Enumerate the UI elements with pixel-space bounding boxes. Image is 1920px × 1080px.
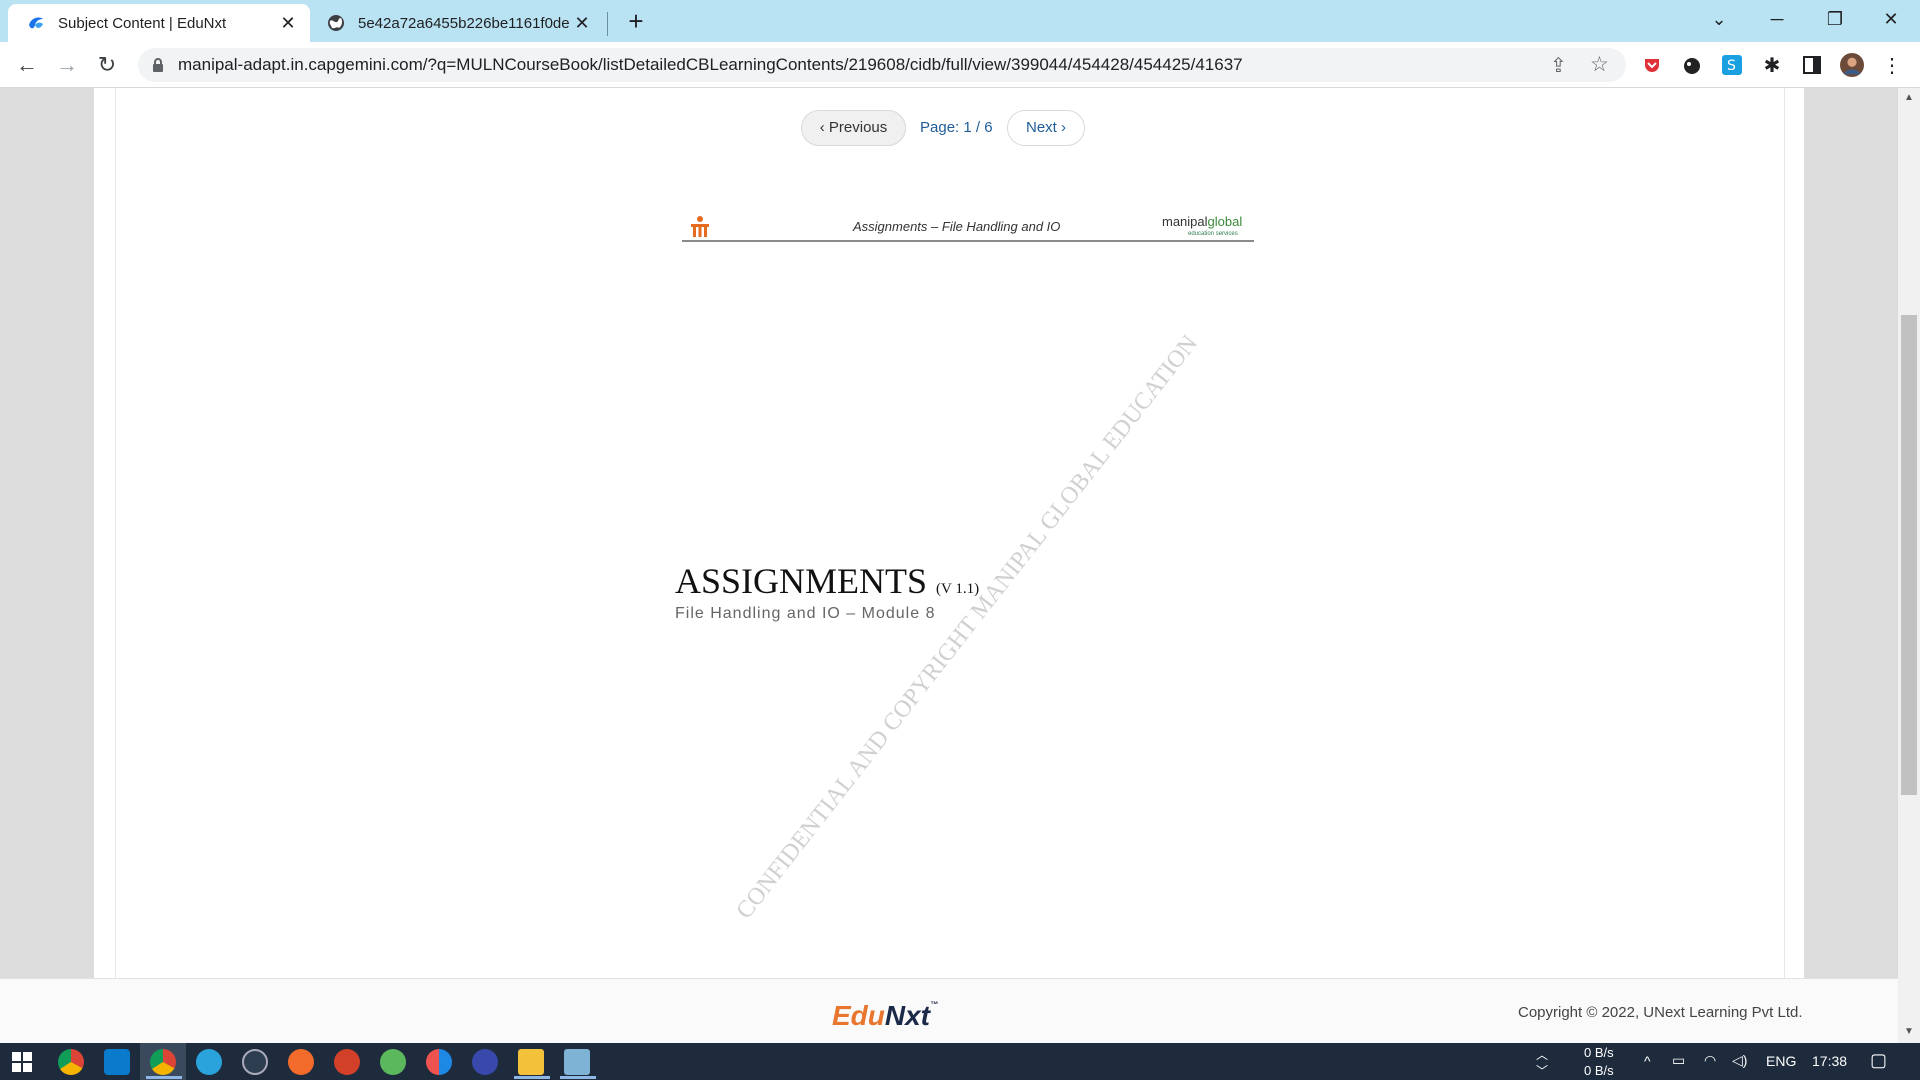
language-indicator[interactable]: ENG — [1766, 1053, 1796, 1069]
restore-button[interactable]: ❐ — [1806, 0, 1864, 40]
puzzle-game-extension-icon[interactable] — [1680, 53, 1704, 77]
notepad-taskbar-icon[interactable] — [564, 1049, 590, 1075]
copyright-text: Copyright © 2022, UNext Learning Pvt Ltd… — [1518, 1004, 1803, 1021]
logo-nxt: Nxt — [884, 1000, 931, 1031]
running-indicator — [514, 1076, 550, 1079]
manipal-global-logo: manipalglobal — [1162, 214, 1242, 229]
wifi-icon[interactable]: ◠ — [1704, 1052, 1716, 1069]
bookmark-star-icon[interactable]: ☆ — [1590, 52, 1609, 77]
postman-taskbar-icon[interactable] — [288, 1049, 314, 1075]
svg-text:S: S — [1727, 58, 1736, 74]
tab-label: Subject Content | EduNxt — [58, 14, 227, 32]
tab-close-icon[interactable]: ✕ — [570, 13, 594, 34]
net-up-arrow-icon: ︿ — [1536, 1048, 1549, 1062]
tab-subject-content[interactable]: Subject Content | EduNxt ✕ — [8, 4, 310, 42]
volume-icon[interactable]: ◁) — [1732, 1052, 1747, 1069]
net-down-arrow-icon: ﹀ — [1536, 1064, 1549, 1078]
show-hidden-icons-icon[interactable]: ^ — [1644, 1053, 1651, 1069]
scroll-down-arrow-icon[interactable]: ▼ — [1904, 1026, 1914, 1037]
telegram-taskbar-icon[interactable] — [196, 1049, 222, 1075]
running-indicator — [560, 1076, 596, 1079]
url-text: manipal-adapt.in.capgemini.com/?q=MULNCo… — [178, 55, 1243, 74]
globe-icon — [328, 15, 344, 31]
document-title: ASSIGNMENTS (V 1.1) — [675, 560, 979, 602]
address-bar[interactable]: manipal-adapt.in.capgemini.com/?q=MULNCo… — [138, 48, 1626, 82]
reload-button[interactable]: ↻ — [91, 50, 123, 82]
scrollbar-thumb[interactable] — [1901, 315, 1917, 795]
scroll-up-arrow-icon[interactable]: ▲ — [1904, 92, 1914, 103]
document-header-title: Assignments – File Handling and IO — [853, 219, 1061, 234]
minimize-button[interactable]: ─ — [1748, 0, 1806, 40]
new-tab-button[interactable]: + — [620, 6, 652, 38]
tab-search-icon[interactable]: ⌄ — [1690, 0, 1748, 40]
logo-edu: Edu — [832, 1000, 885, 1031]
chrome-active-taskbar-icon[interactable] — [150, 1049, 176, 1075]
side-panel-icon[interactable] — [1800, 53, 1824, 77]
active-indicator — [146, 1076, 182, 1079]
close-window-button[interactable]: ✕ — [1862, 0, 1920, 40]
p-app-taskbar-icon[interactable] — [334, 1049, 360, 1075]
next-page-button[interactable]: Next › — [1007, 110, 1085, 146]
title-text: ASSIGNMENTS — [675, 561, 928, 601]
avatar[interactable] — [1840, 53, 1864, 77]
windows-start-icon[interactable] — [12, 1052, 32, 1072]
logo-tm: ™ — [930, 1000, 939, 1009]
inkscape-taskbar-icon[interactable] — [242, 1049, 268, 1075]
edunxt-logo: EduNxt™ — [832, 1000, 938, 1032]
s-extension-icon[interactable]: S — [1720, 53, 1744, 77]
tab-separator — [607, 12, 608, 36]
document-subtitle: File Handling and IO – Module 8 — [675, 605, 936, 622]
clock[interactable]: 17:38 — [1812, 1053, 1847, 1069]
extensions-puzzle-icon[interactable]: ✱ — [1760, 53, 1784, 77]
media-app-taskbar-icon[interactable] — [472, 1049, 498, 1075]
tab-second[interactable]: 5e42a72a6455b226be1161f0de9 ✕ — [314, 4, 604, 42]
file-explorer-taskbar-icon[interactable] — [518, 1049, 544, 1075]
net-up-speed: 0 B/s — [1584, 1045, 1614, 1060]
version-label: (V 1.1) — [936, 581, 980, 597]
net-down-speed: 0 B/s — [1584, 1063, 1614, 1078]
institution-logo-icon — [691, 216, 709, 237]
browser-toolbar: ← → ↻ manipal-adapt.in.capgemini.com/?q=… — [0, 42, 1920, 88]
pocket-extension-icon[interactable] — [1640, 53, 1664, 77]
back-button[interactable]: ← — [11, 50, 43, 82]
firefox-taskbar-icon[interactable] — [426, 1049, 452, 1075]
brand-global: global — [1207, 214, 1243, 229]
brand-subtitle: education services — [1188, 231, 1238, 237]
previous-page-button[interactable]: ‹ Previous — [801, 110, 906, 146]
forward-button[interactable]: → — [51, 50, 83, 82]
lock-icon — [153, 58, 163, 72]
battery-icon[interactable]: ▭ — [1672, 1052, 1685, 1069]
menu-kebab-icon[interactable]: ⋮ — [1880, 53, 1904, 77]
brand-manipal: manipal — [1162, 214, 1208, 229]
notification-icon[interactable]: ▢ — [1870, 1050, 1887, 1071]
edunxt-favicon-icon — [29, 17, 43, 29]
tab-close-icon[interactable]: ✕ — [276, 13, 300, 34]
utorrent-taskbar-icon[interactable] — [380, 1049, 406, 1075]
share-icon[interactable]: ⇪ — [1550, 53, 1567, 78]
document-header-rule — [682, 240, 1254, 242]
chrome-taskbar-icon[interactable] — [58, 1049, 84, 1075]
vscode-taskbar-icon[interactable] — [104, 1049, 130, 1075]
page-indicator: Page: 1 / 6 — [920, 119, 993, 136]
tab-label: 5e42a72a6455b226be1161f0de9 — [358, 14, 570, 32]
